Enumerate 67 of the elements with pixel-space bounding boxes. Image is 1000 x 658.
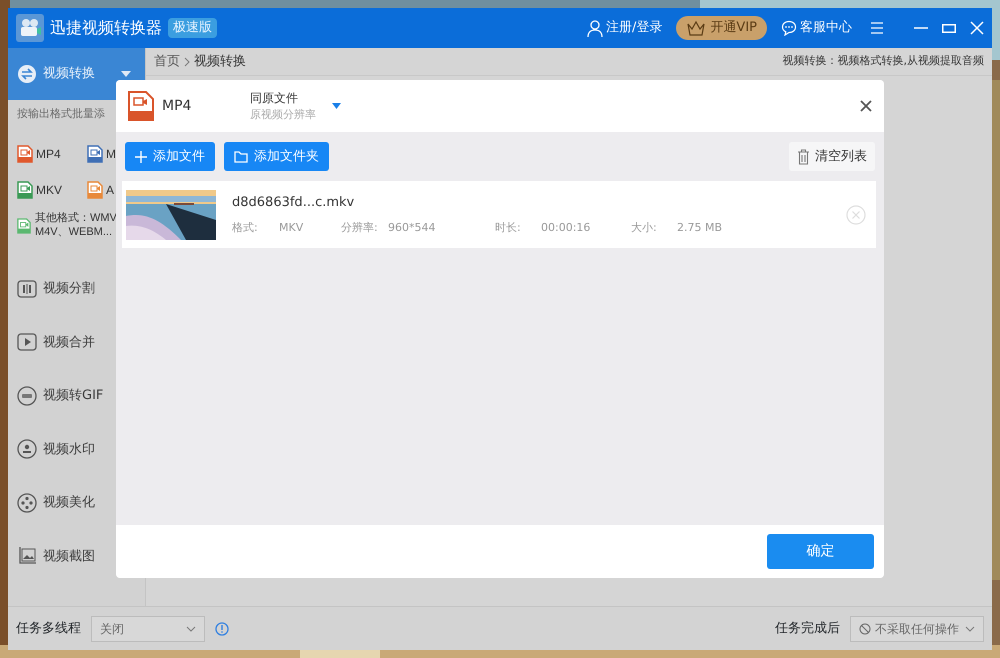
plus-icon xyxy=(135,150,147,162)
sidebar-item[interactable]: 视频合并 xyxy=(8,316,145,369)
field-label: 分辨率: xyxy=(341,220,379,236)
trash-icon xyxy=(797,148,810,164)
close-circle-icon xyxy=(846,204,866,224)
other-formats-text: 其他格式：WMV M4V、WEBM... xyxy=(35,212,117,240)
image-icon xyxy=(17,546,37,566)
field-value: 2.75 MB xyxy=(677,220,724,236)
play-icon xyxy=(17,332,37,352)
chevron-icon xyxy=(183,56,191,66)
sidebar-item[interactable]: 视频截图 xyxy=(8,530,145,583)
multithread-select[interactable]: 关闭 xyxy=(91,616,205,642)
format-hint: 按输出格式批量添 xyxy=(17,106,106,122)
file-name: d8d6863fd...c.mkv xyxy=(232,194,356,212)
chevron-down-icon xyxy=(186,626,196,632)
dots-icon xyxy=(17,492,37,513)
convert-icon xyxy=(17,64,37,84)
logo-icon xyxy=(16,14,44,42)
close-icon xyxy=(860,100,872,112)
format-option[interactable]: MP4 xyxy=(17,145,87,163)
app-title: 迅捷视频转换器 xyxy=(50,17,162,39)
caret-icon xyxy=(121,70,131,77)
sidebar-item[interactable]: 视频水印 xyxy=(8,422,145,476)
maximize-button[interactable] xyxy=(942,24,956,32)
edition-badge: 极速版 xyxy=(168,18,217,38)
format-option[interactable]: MKV xyxy=(17,181,87,199)
add-folder-button[interactable]: 添加文件夹 xyxy=(224,142,329,171)
after-done-select[interactable]: 不采取任何操作 xyxy=(850,616,984,642)
format-option[interactable]: M xyxy=(87,145,116,163)
breadcrumb-item: 视频转换 xyxy=(194,52,246,71)
clear-list-button[interactable]: 清空列表 xyxy=(789,142,875,171)
caret-icon xyxy=(332,103,341,109)
ban-icon xyxy=(859,622,871,634)
stamp-icon xyxy=(17,439,37,460)
login-link[interactable]: 注册/登录 xyxy=(587,18,662,38)
chevron-down-icon xyxy=(965,626,975,632)
sidebar-item[interactable]: 视频美化 xyxy=(8,476,145,530)
breadcrumb-item[interactable]: 首页 xyxy=(154,52,180,72)
user-icon xyxy=(587,20,604,36)
sidebar-item[interactable]: 视频转GIF xyxy=(8,369,145,422)
close-icon xyxy=(970,21,984,35)
quality-select[interactable]: 同原文件 原视频分辨率 xyxy=(250,88,341,124)
mp4-file-icon xyxy=(128,91,154,121)
multithread-label: 任务多线程 xyxy=(16,620,81,638)
sidebar-item[interactable]: 视频分割 xyxy=(8,262,145,316)
format-option[interactable]: A xyxy=(87,181,114,199)
page-description: 视频转换：视频格式转换,从视频提取音频 xyxy=(782,53,984,70)
support-link[interactable]: 客服中心 xyxy=(781,18,852,38)
vip-button[interactable]: 开通VIP xyxy=(676,16,767,40)
add-file-button[interactable]: 添加文件 xyxy=(125,142,215,171)
field-label: 时长: xyxy=(495,220,522,236)
field-value: MKV xyxy=(279,220,304,236)
field-value: 00:00:16 xyxy=(541,220,592,236)
crown-icon xyxy=(686,20,706,36)
maximize-icon xyxy=(942,24,956,32)
close-button[interactable] xyxy=(860,100,872,112)
field-value: 960*544 xyxy=(388,220,436,236)
folder-icon xyxy=(234,150,248,162)
minimize-icon xyxy=(914,27,928,29)
split-icon xyxy=(17,278,37,299)
after-done-label: 任务完成后 xyxy=(775,620,840,638)
menu-button[interactable] xyxy=(870,22,884,34)
field-label: 格式: xyxy=(232,220,259,236)
info-icon xyxy=(215,622,229,636)
field-label: 大小: xyxy=(631,220,658,236)
menu-icon xyxy=(870,22,884,34)
chat-icon xyxy=(781,20,797,36)
